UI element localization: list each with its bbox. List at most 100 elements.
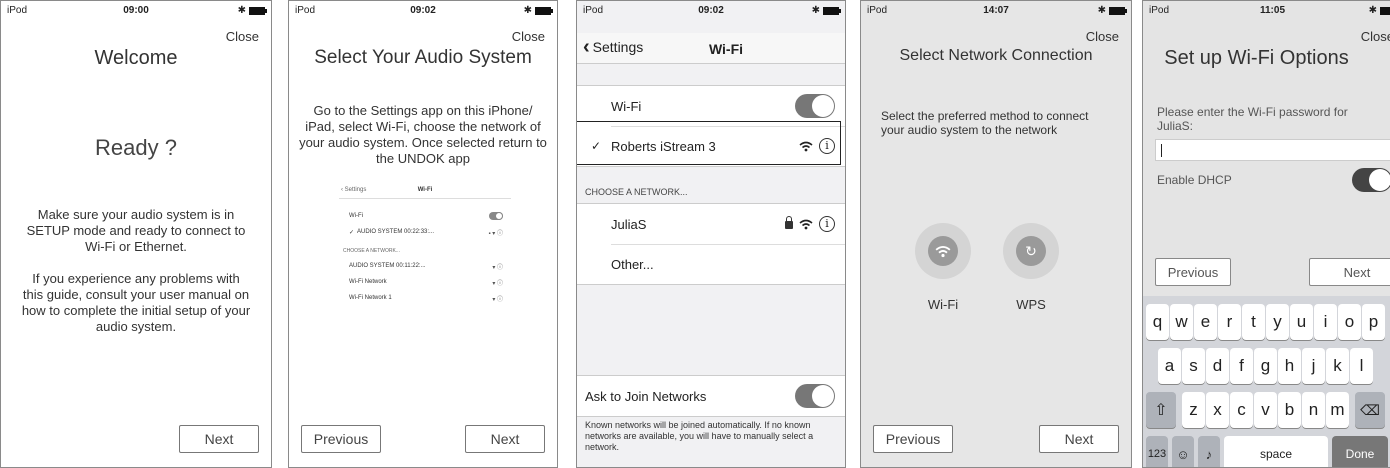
key-g[interactable]: g [1254, 348, 1277, 384]
page-title: Select Network Connection [899, 47, 1093, 64]
bluetooth-icon: ✱ [1097, 5, 1106, 16]
space-key[interactable]: space [1224, 436, 1328, 467]
key-e[interactable]: e [1194, 304, 1217, 340]
lock-icon [785, 216, 793, 229]
key-s[interactable]: s [1182, 348, 1205, 384]
wps-icon: ↻ [1016, 236, 1046, 266]
help-text: If you experience any problems with this… [21, 271, 251, 334]
screen-wifi-options: iPod 11:05 ✱ Close Set up Wi-Fi Options … [1142, 0, 1390, 468]
mini-section-header: CHOOSE A NETWORK... [343, 248, 400, 254]
password-prompt: Please enter the Wi-Fi password for Juli… [1157, 105, 1348, 133]
numbers-key[interactable]: 123 [1146, 436, 1168, 467]
key-d[interactable]: d [1206, 348, 1229, 384]
mini-network-row: AUDIO SYSTEM 00:11:22:... ▾ ⓘ [349, 263, 503, 271]
close-button[interactable]: Close [226, 29, 259, 44]
mini-wifi-info-icon: ▾ ⓘ [492, 280, 503, 287]
key-q[interactable]: q [1146, 304, 1169, 340]
key-x[interactable]: x [1206, 392, 1229, 428]
screen-welcome: iPod 09:00 ✱ Close Welcome Ready ? Make … [0, 0, 272, 468]
key-z[interactable]: z [1182, 392, 1205, 428]
nav-bar: ‹ Settings Wi-Fi [577, 33, 845, 64]
backspace-key[interactable]: ⌫ [1355, 392, 1385, 428]
key-i[interactable]: i [1314, 304, 1337, 340]
ask-to-join-toggle[interactable] [795, 384, 835, 408]
ready-heading: Ready ? [95, 135, 177, 160]
next-button[interactable]: Next [1309, 258, 1390, 286]
next-button[interactable]: Next [1039, 425, 1119, 453]
close-button[interactable]: Close [1086, 29, 1119, 44]
dhcp-toggle[interactable] [1352, 168, 1390, 192]
close-button[interactable]: Close [1361, 29, 1390, 44]
status-time: 14:07 [983, 5, 1009, 16]
previous-button[interactable]: Previous [873, 425, 953, 453]
next-button[interactable]: Next [465, 425, 545, 453]
info-icon[interactable]: i [819, 216, 835, 232]
key-k[interactable]: k [1326, 348, 1349, 384]
battery-icon [535, 6, 553, 15]
mini-wifi-info-icon: ▾ ⓘ [492, 264, 503, 271]
key-f[interactable]: f [1230, 348, 1253, 384]
ask-to-join-note: Known networks will be joined automatica… [585, 420, 814, 452]
key-y[interactable]: y [1266, 304, 1289, 340]
bluetooth-icon: ✱ [811, 5, 820, 16]
screen-ios-wifi-settings: iPod 09:02 ✱ ‹ Settings Wi-Fi Wi-Fi ✓ Ro… [576, 0, 846, 468]
bluetooth-icon: ✱ [1368, 5, 1377, 16]
mini-wifi-row: Wi-Fi [349, 210, 503, 222]
key-t[interactable]: t [1242, 304, 1265, 340]
page-title: Set up Wi-Fi Options [1164, 47, 1349, 69]
key-c[interactable]: c [1230, 392, 1253, 428]
close-button[interactable]: Close [512, 29, 545, 44]
previous-button[interactable]: Previous [301, 425, 381, 453]
key-o[interactable]: o [1338, 304, 1361, 340]
wps-option[interactable]: ↻ WPS [1003, 223, 1059, 312]
status-bar: iPod 14:07 ✱ [867, 5, 1127, 19]
next-button[interactable]: Next [179, 425, 259, 453]
mini-wifi-info-icon: ▾ ⓘ [492, 296, 503, 303]
shift-key[interactable]: ⇧ [1146, 392, 1176, 428]
nav-title: Wi-Fi [708, 41, 744, 57]
microphone-icon[interactable]: ♪ [1198, 436, 1220, 467]
password-input[interactable] [1155, 139, 1390, 161]
network-row-other[interactable]: Other... [577, 244, 845, 284]
key-j[interactable]: j [1302, 348, 1325, 384]
screen-select-audio-system: iPod 09:02 ✱ Close Select Your Audio Sys… [288, 0, 558, 468]
network-label: JuliaS [611, 216, 647, 232]
battery-icon [823, 6, 841, 15]
keyboard: q w e r t y u i o p a s d f g h j k l ⇧ … [1143, 296, 1390, 467]
status-bar: iPod 09:00 ✱ [7, 5, 267, 19]
status-bar: iPod 11:05 ✱ [1149, 5, 1390, 19]
network-list: JuliaS i Other... [577, 203, 845, 285]
previous-button[interactable]: Previous [1155, 258, 1231, 286]
page-title: Select Your Audio System [314, 47, 532, 68]
mini-network-row: Wi-Fi Network ▾ ⓘ [349, 279, 503, 287]
key-m[interactable]: m [1326, 392, 1349, 428]
wifi-option-circle [915, 223, 971, 279]
status-time: 09:02 [410, 5, 436, 16]
key-v[interactable]: v [1254, 392, 1277, 428]
mini-lock-wifi-info-icon: ▪ ▾ ⓘ [488, 230, 503, 237]
key-a[interactable]: a [1158, 348, 1181, 384]
wifi-option-label: Wi-Fi [927, 297, 959, 312]
network-row[interactable]: JuliaS i [577, 204, 845, 244]
wifi-toggle[interactable] [795, 94, 835, 118]
key-h[interactable]: h [1278, 348, 1301, 384]
wps-option-circle: ↻ [1003, 223, 1059, 279]
wifi-option[interactable]: Wi-Fi [915, 223, 971, 312]
mini-connected-row: ✓ AUDIO SYSTEM 00:22:33:... ▪ ▾ ⓘ [349, 229, 503, 237]
key-n[interactable]: n [1302, 392, 1325, 428]
settings-illustration: ‹ Settings Wi-Fi Wi-Fi ✓ AUDIO SYSTEM 00:… [339, 184, 511, 334]
key-u[interactable]: u [1290, 304, 1313, 340]
instruction-text: Go to the Settings app on this iPhone/ i… [299, 103, 547, 166]
status-bar: iPod 09:02 ✱ [295, 5, 553, 19]
status-time: 11:05 [1259, 5, 1286, 16]
key-p[interactable]: p [1362, 304, 1385, 340]
battery-icon [1109, 6, 1127, 15]
battery-icon [1380, 6, 1390, 15]
key-l[interactable]: l [1350, 348, 1373, 384]
done-key[interactable]: Done [1332, 436, 1388, 467]
emoji-key[interactable]: ☺ [1172, 436, 1194, 467]
key-b[interactable]: b [1278, 392, 1301, 428]
status-time: 09:00 [123, 5, 149, 16]
key-r[interactable]: r [1218, 304, 1241, 340]
key-w[interactable]: w [1170, 304, 1193, 340]
